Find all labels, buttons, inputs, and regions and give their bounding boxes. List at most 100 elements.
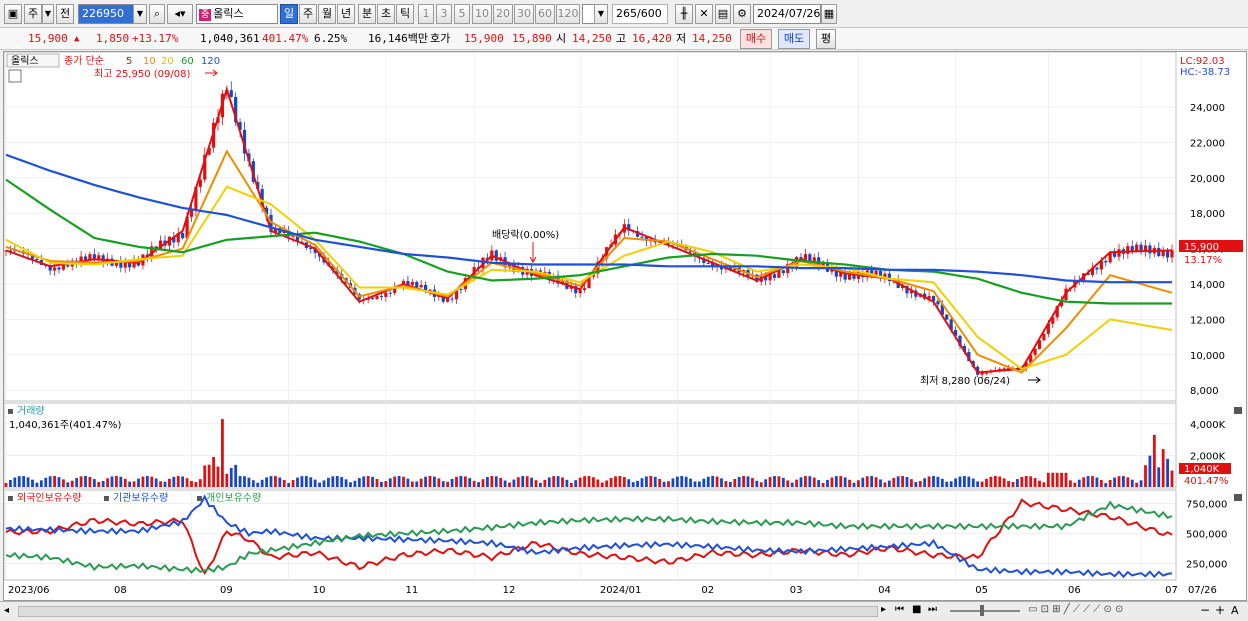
period-week[interactable]: 주 — [299, 4, 317, 24]
display-count-value: 265 — [616, 7, 637, 20]
stock-code-input[interactable]: 226950 — [78, 4, 138, 24]
candle-icon[interactable]: ╫ — [675, 4, 693, 24]
period-day[interactable]: 일 — [280, 4, 298, 24]
save-icon[interactable]: ▤ — [715, 4, 731, 24]
volume-bar — [993, 475, 997, 487]
all-button[interactable]: 전 — [56, 4, 74, 24]
market-dropdown-icon[interactable]: ▼ — [42, 4, 54, 24]
volume-bar — [327, 477, 330, 487]
volume-bar — [410, 481, 414, 487]
holding-bullet-3: ▪ — [196, 493, 203, 504]
volume-bar — [649, 475, 653, 487]
high-price: 16,420 — [632, 32, 672, 45]
interval-10[interactable]: 10 — [472, 4, 492, 24]
stop-icon[interactable]: ■ — [912, 604, 921, 615]
volume-bar — [596, 479, 600, 487]
horizontal-scrollbar[interactable] — [18, 606, 878, 617]
volume-bar — [1007, 481, 1010, 487]
market-button[interactable]: 주 — [24, 4, 42, 24]
holding-bullet-1: ▪ — [7, 493, 14, 504]
volume-bar — [561, 477, 564, 487]
volume-bar — [693, 481, 697, 487]
x-axis-tick: 06 — [1068, 585, 1081, 596]
buy-button[interactable]: 매수 — [740, 29, 772, 49]
zoom-in-icon[interactable]: + — [1215, 603, 1225, 617]
x-axis-tick: 2024/01 — [600, 585, 642, 596]
fast-forward-icon[interactable]: ⏭ — [928, 604, 937, 615]
volume-bar — [1113, 477, 1116, 487]
volume-bar — [883, 482, 887, 487]
volume-bar — [839, 476, 843, 487]
display-count-field[interactable]: 265/600 — [612, 4, 668, 24]
gear-icon[interactable]: ⚙ — [733, 4, 751, 24]
volume-bar — [163, 481, 167, 487]
volume-bar — [185, 478, 189, 487]
interval-120[interactable]: 120 — [556, 4, 580, 24]
holding-panel-collapse-icon[interactable] — [1234, 494, 1242, 501]
scroll-right-icon[interactable]: ▸ — [881, 604, 886, 615]
volume-title: 거래량 — [17, 405, 45, 417]
volume-bar — [278, 477, 282, 487]
period-minute[interactable]: 분 — [358, 4, 376, 24]
period-tick[interactable]: 틱 — [396, 4, 414, 24]
interval-20[interactable]: 20 — [493, 4, 513, 24]
volume-bar — [234, 464, 238, 487]
volume-bar — [618, 475, 622, 487]
zoom-out-icon[interactable]: − — [1200, 603, 1210, 617]
scroll-left-icon[interactable]: ◂ — [4, 605, 9, 616]
eval-button[interactable]: 평 — [816, 29, 836, 49]
volume-bar — [1033, 478, 1037, 487]
interval-3[interactable]: 3 — [436, 4, 452, 24]
rewind-icon[interactable]: ⏮ — [895, 604, 904, 615]
chart-area[interactable]: 24,00022,00020,00018,00016,00014,00012,0… — [3, 51, 1247, 601]
date-input[interactable]: 2024/07/26 — [753, 4, 821, 24]
volume-bar — [1038, 480, 1041, 487]
volume-bar — [949, 481, 953, 487]
search-icon[interactable]: ⌕ — [149, 4, 165, 24]
interval-30[interactable]: 30 — [514, 4, 534, 24]
volume-panel-collapse-icon[interactable] — [1234, 407, 1242, 414]
interval-5[interactable]: 5 — [454, 4, 470, 24]
speed-slider[interactable] — [950, 610, 1020, 612]
period-month[interactable]: 월 — [318, 4, 336, 24]
volume-bar — [768, 477, 772, 487]
candle-body — [1157, 247, 1161, 257]
volume-bar — [702, 478, 706, 487]
volume-bar — [4, 483, 8, 487]
sell-button[interactable]: 매도 — [778, 29, 810, 49]
volume-bar — [39, 480, 43, 487]
volume-bar — [433, 476, 436, 487]
volume-bar — [88, 476, 92, 487]
volume-bar — [1011, 481, 1015, 487]
volume-bar — [569, 482, 573, 487]
period-second[interactable]: 초 — [377, 4, 395, 24]
volume-bar — [852, 482, 856, 487]
legend-ma10: 10 — [143, 56, 156, 67]
speed-slider-handle[interactable] — [980, 605, 984, 616]
tool-icons[interactable]: ▭ ⊡ ⊞ ╱ ⟋ ⟋ ⟋ ⊙ ⊙ — [1028, 604, 1123, 615]
font-size-icon[interactable]: A — [1231, 604, 1239, 617]
stock-code-dropdown-icon[interactable]: ▼ — [133, 4, 147, 24]
candle-body — [415, 281, 419, 288]
speaker-icon[interactable]: ◂▾ — [167, 4, 193, 24]
interval-60[interactable]: 60 — [535, 4, 555, 24]
custom-interval-dropdown-icon[interactable]: ▼ — [594, 4, 608, 24]
volume-bar — [923, 478, 927, 487]
volume-bar — [44, 477, 48, 487]
chart-svg[interactable]: 24,00022,00020,00018,00016,00014,00012,0… — [3, 51, 1246, 600]
interval-1[interactable]: 1 — [418, 4, 434, 24]
calendar-icon[interactable]: ▦ — [821, 4, 837, 24]
volume-bar — [1122, 476, 1125, 487]
price-axis-tick: 24,000 — [1190, 103, 1225, 114]
volume-bar — [176, 475, 180, 487]
candle-body — [229, 90, 233, 97]
volume-bar — [667, 481, 670, 487]
stock-name-field[interactable]: 중 올릭스 — [196, 4, 278, 24]
table-toggle-icon[interactable] — [8, 69, 22, 83]
volume-bar — [101, 481, 105, 487]
chart-menu-icon[interactable]: ▣ — [4, 4, 22, 24]
period-year[interactable]: 년 — [337, 4, 355, 24]
crosshair-icon[interactable]: ✕ — [695, 4, 713, 24]
volume-bar — [437, 478, 441, 487]
volume-bar — [1099, 480, 1103, 487]
